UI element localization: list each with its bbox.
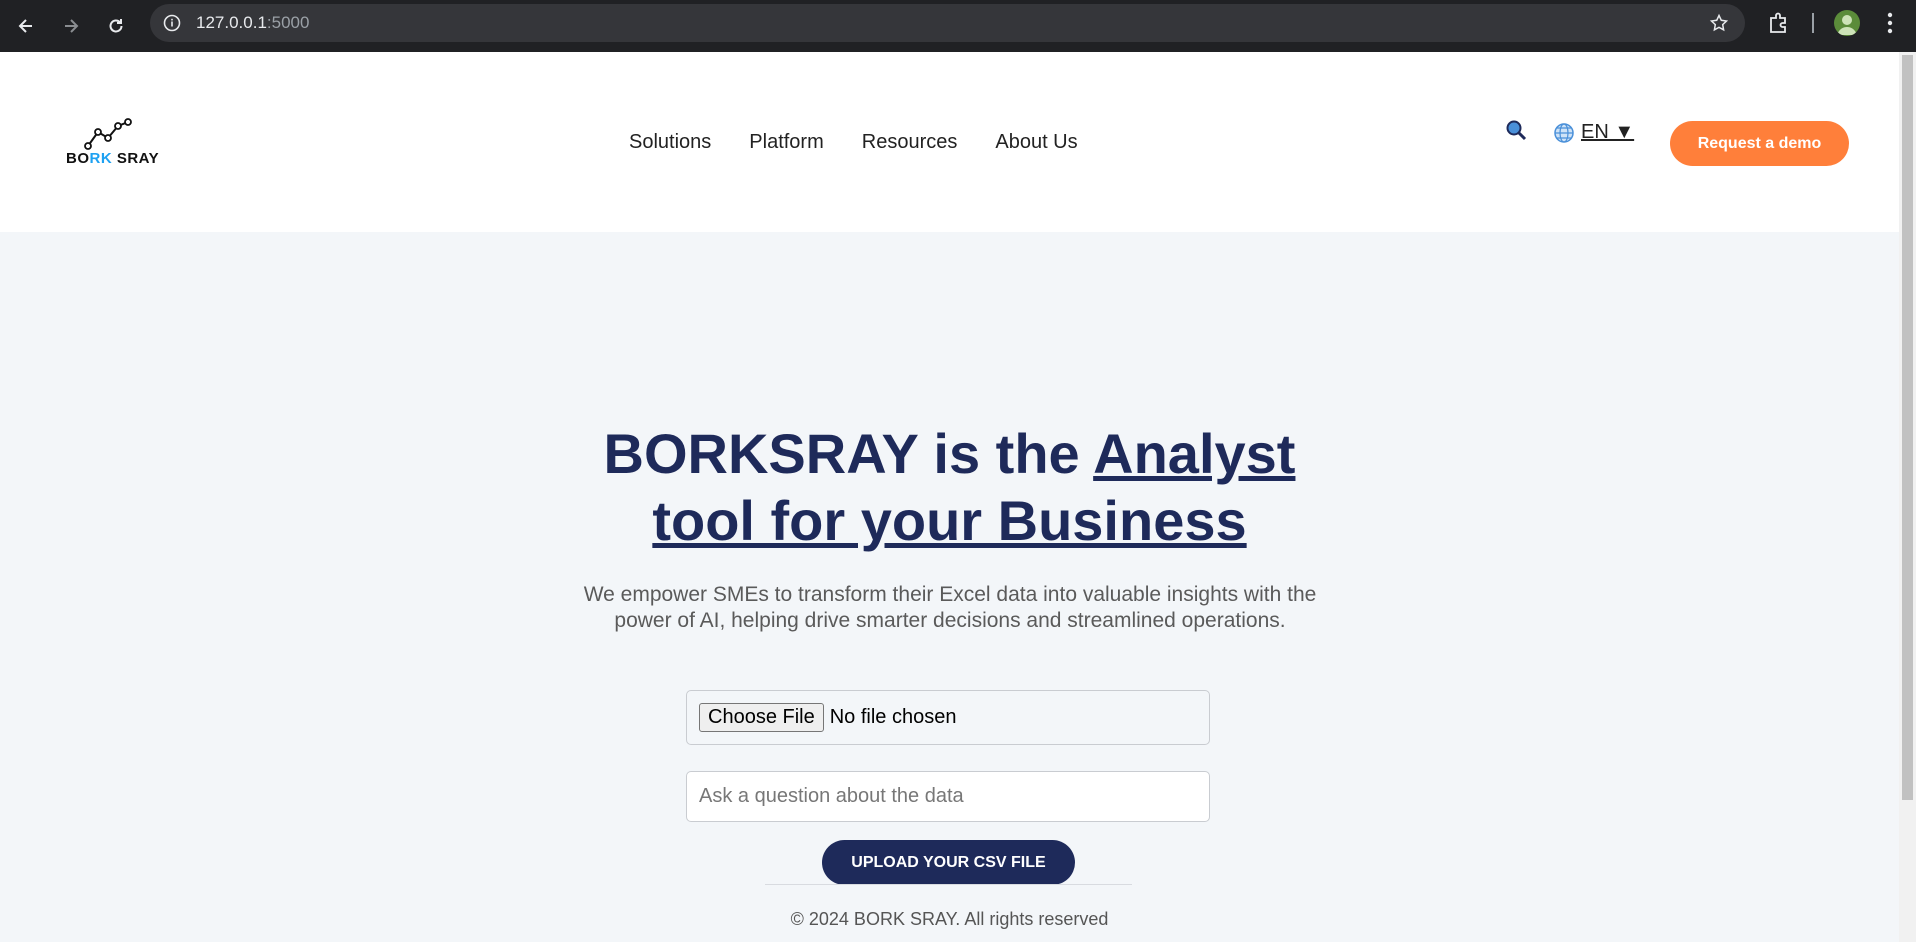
forward-button[interactable] (55, 10, 87, 42)
reload-icon (109, 19, 123, 33)
language-label: EN ▼ (1581, 121, 1635, 143)
nav-item-platform[interactable]: Platform (749, 131, 823, 154)
url-text: 127.0.0.1:5000 (196, 13, 310, 32)
footer-divider (765, 884, 1132, 885)
chart-line-icon (84, 118, 132, 150)
arrow-left-icon (18, 19, 32, 33)
browser-toolbar: 127.0.0.1:5000 (0, 0, 1916, 52)
logo-text: BORK SRAY (66, 150, 160, 167)
footer-copyright: © 2024 BORK SRAY. All rights reserved (790, 909, 1109, 929)
headline-underlined-1: Analyst (1093, 422, 1296, 485)
file-status-text: No file chosen (829, 706, 957, 728)
header-actions: EN ▼ (1504, 118, 1634, 147)
bookmark-star-icon[interactable] (1709, 13, 1729, 38)
upload-csv-button[interactable]: UPLOAD YOUR CSV FILE (822, 840, 1075, 885)
site-logo[interactable]: BORK SRAY (64, 116, 164, 176)
search-button[interactable] (1504, 118, 1528, 147)
site-info-icon[interactable] (162, 13, 182, 33)
toolbar-divider (1812, 13, 1814, 33)
nav-item-resources[interactable]: Resources (862, 131, 958, 154)
nav-item-about-us[interactable]: About Us (995, 131, 1077, 154)
headline-underlined-2: tool for your Business (652, 489, 1247, 552)
headline-plain: BORKSRAY is the (603, 422, 1094, 485)
hero-section: BORKSRAY is the Analyst tool for your Bu… (0, 232, 1899, 942)
scrollbar-thumb[interactable] (1902, 55, 1913, 800)
back-button[interactable] (10, 10, 42, 42)
language-selector[interactable]: EN ▼ (1553, 121, 1634, 144)
extensions-icon[interactable] (1766, 10, 1792, 41)
menu-kebab-icon[interactable] (1880, 10, 1900, 36)
choose-file-button[interactable]: Choose File (699, 703, 824, 732)
page-scrollbar[interactable] (1899, 52, 1916, 942)
hero-headline: BORKSRAY is the Analyst tool for your Bu… (0, 420, 1899, 554)
address-bar[interactable]: 127.0.0.1:5000 (150, 4, 1745, 42)
search-icon (1506, 120, 1527, 141)
question-input[interactable] (686, 771, 1210, 822)
nav-item-solutions[interactable]: Solutions (629, 131, 711, 154)
file-upload-field[interactable]: Choose File No file chosen (686, 690, 1210, 745)
main-nav: Solutions Platform Resources About Us (629, 131, 1078, 154)
site-header: BORK SRAY Solutions Platform Resources A… (0, 52, 1899, 232)
globe-icon (1554, 122, 1574, 143)
hero-subtitle: We empower SMEs to transform their Excel… (583, 583, 1317, 632)
reload-button[interactable] (100, 10, 132, 42)
profile-avatar-icon[interactable] (1834, 10, 1860, 36)
request-demo-button[interactable]: Request a demo (1670, 121, 1849, 166)
arrow-right-icon (65, 19, 79, 33)
